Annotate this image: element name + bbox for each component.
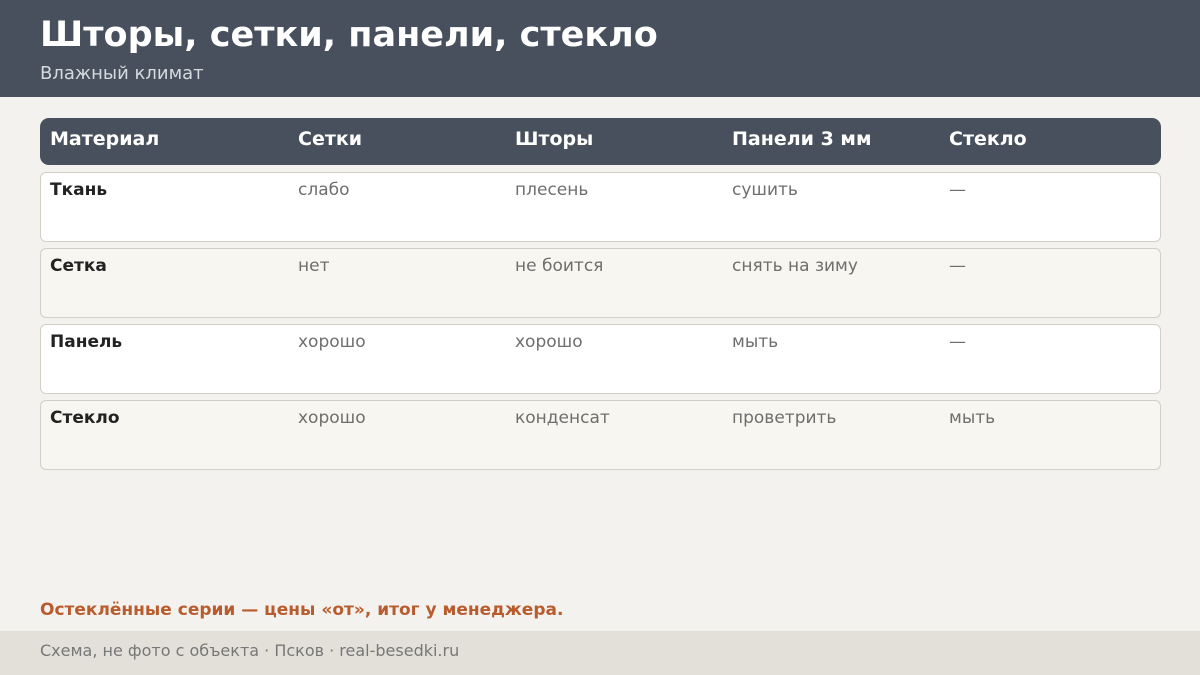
row-label: Ткань <box>50 180 108 200</box>
table-row: Ткань слабо плесень сушить — <box>40 172 1161 242</box>
table-cell: не боится <box>515 256 604 276</box>
table-cell: конденсат <box>515 408 610 428</box>
footer-text: Схема, не фото с объекта · Псков · real-… <box>40 641 460 660</box>
row-label: Панель <box>50 332 123 352</box>
page-header: Шторы, сетки, панели, стекло Влажный кли… <box>0 0 1200 97</box>
column-header-nets: Сетки <box>298 128 363 150</box>
table-cell: хорошо <box>298 332 366 352</box>
row-label: Сетка <box>50 256 107 276</box>
table-cell: слабо <box>298 180 350 200</box>
column-header-curtains: Шторы <box>515 128 594 150</box>
page-title: Шторы, сетки, панели, стекло <box>40 15 658 55</box>
column-header-material: Материал <box>50 128 160 150</box>
price-note: Остеклённые серии — цены «от», итог у ме… <box>40 600 564 620</box>
table-cell: — <box>949 256 966 276</box>
table-cell: снять на зиму <box>732 256 858 276</box>
table-row: Сетка нет не боится снять на зиму — <box>40 248 1161 318</box>
table-cell: хорошо <box>298 408 366 428</box>
table-row: Панель хорошо хорошо мыть — <box>40 324 1161 394</box>
page-footer: Схема, не фото с объекта · Псков · real-… <box>0 631 1200 675</box>
table-cell: — <box>949 180 966 200</box>
table-cell: мыть <box>949 408 996 428</box>
table-cell: плесень <box>515 180 589 200</box>
table-cell: хорошо <box>515 332 583 352</box>
table-cell: мыть <box>732 332 779 352</box>
column-header-panels: Панели 3 мм <box>732 128 872 150</box>
table-cell: — <box>949 332 966 352</box>
column-header-glass: Стекло <box>949 128 1027 150</box>
table-row: Стекло хорошо конденсат проветрить мыть <box>40 400 1161 470</box>
table-cell: нет <box>298 256 330 276</box>
row-label: Стекло <box>50 408 120 428</box>
table-cell: сушить <box>732 180 798 200</box>
table-cell: проветрить <box>732 408 837 428</box>
page-subtitle: Влажный климат <box>40 63 204 84</box>
